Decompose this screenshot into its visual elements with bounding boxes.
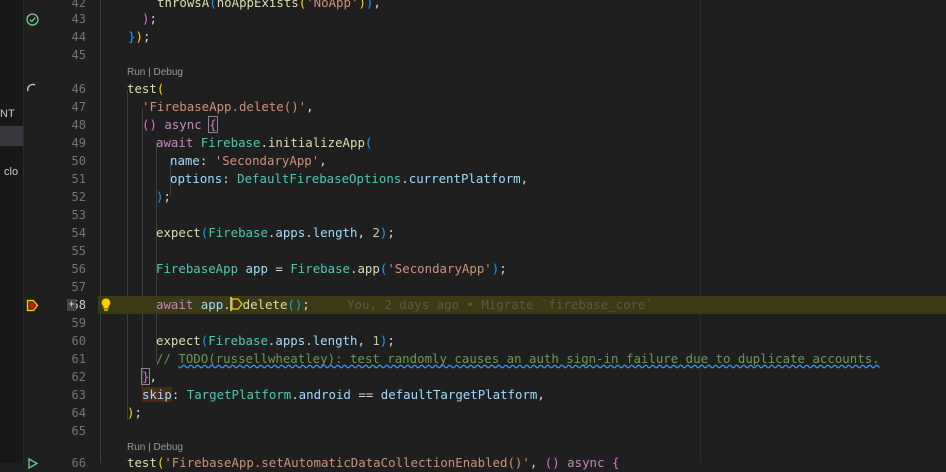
line-number: 66 [71, 456, 86, 470]
code-line-59[interactable]: 59 [24, 314, 946, 332]
code-line-46[interactable]: 46 test( [24, 80, 946, 98]
line-number: 60 [71, 334, 86, 348]
line-number: 53 [71, 208, 86, 222]
code-line-48[interactable]: 48 () async { [24, 116, 946, 134]
code-text: options: DefaultFirebaseOptions.currentP… [170, 171, 529, 186]
code-text: expect(Firebase.apps.length, 1); [156, 333, 395, 348]
code-text: test('FirebaseApp.setAutomaticDataCollec… [127, 455, 620, 470]
lightbulb-icon[interactable] [100, 297, 112, 313]
line-number: 56 [71, 262, 86, 276]
line-number: 46 [71, 82, 86, 96]
code-line-54[interactable]: 54 expect(Firebase.apps.length, 2); [24, 224, 946, 242]
line-number: 43 [71, 12, 86, 26]
code-line-61[interactable]: 61 // TODO(russellwheatley): test random… [24, 350, 946, 368]
codelens-run-debug[interactable]: Run | Debug [127, 440, 183, 455]
code-line-66[interactable]: 66 test('FirebaseApp.setAutomaticDataCol… [24, 454, 946, 472]
line-number: 64 [71, 406, 86, 420]
line-number: 63 [71, 388, 86, 402]
sidebar-fragment-item[interactable]: clo [4, 166, 18, 178]
code-text: skip: TargetPlatform.android == defaultT… [142, 387, 545, 402]
code-line-49[interactable]: 49 await Firebase.initializeApp( [24, 134, 946, 152]
line-number: 45 [71, 48, 86, 62]
code-line-65[interactable]: 65 [24, 422, 946, 440]
code-text: expect(Firebase.apps.length, 2); [156, 225, 395, 240]
line-number: 55 [71, 244, 86, 258]
line-number: 52 [71, 190, 86, 204]
code-text: await app. delete(); You, 2 days ago • Mi… [156, 297, 653, 312]
code-line-53[interactable]: 53 [24, 206, 946, 224]
code-text: // TODO(russellwheatley): test randomly … [156, 351, 880, 366]
code-text: await Firebase.initializeApp( [156, 135, 373, 150]
code-text: FirebaseApp app = Firebase.app('Secondar… [156, 261, 507, 276]
line-number: 50 [71, 154, 86, 168]
code-line-44[interactable]: 44 }); [24, 28, 946, 46]
code-line-57[interactable]: 57 [24, 278, 946, 296]
code-line-47[interactable]: 47 'FirebaseApp.delete()', [24, 98, 946, 116]
line-number: 62 [71, 370, 86, 384]
code-line-51[interactable]: 51 options: DefaultFirebaseOptions.curre… [24, 170, 946, 188]
code-line-60[interactable]: 60 expect(Firebase.apps.length, 1); [24, 332, 946, 350]
codelens-run-debug[interactable]: Run | Debug [127, 65, 183, 80]
code-line-56[interactable]: 56 FirebaseApp app = Firebase.app('Secon… [24, 260, 946, 278]
code-line-43[interactable]: 43 ); [24, 10, 946, 28]
line-number: 44 [71, 30, 86, 44]
line-number: 65 [71, 424, 86, 438]
code-text: test( [127, 81, 165, 96]
code-text: ); [127, 405, 142, 420]
line-number: 58 [71, 298, 86, 312]
code-line-50[interactable]: 50 name: 'SecondaryApp', [24, 152, 946, 170]
line-number: 48 [71, 118, 86, 132]
sidebar-selected-row[interactable] [0, 126, 23, 146]
line-number: 59 [71, 316, 86, 330]
git-blame-annotation: You, 2 days ago • Migrate `firebase_core… [347, 297, 653, 312]
code-editor[interactable]: 42 throwsA(noAppExists('NoApp')), 43 ); … [24, 0, 946, 470]
line-number: 47 [71, 100, 86, 114]
code-line-62[interactable]: 62 }, [24, 368, 946, 386]
code-line-52[interactable]: 52 ); [24, 188, 946, 206]
code-text: }); [128, 29, 151, 44]
code-line-64[interactable]: 64 ); [24, 404, 946, 422]
line-number: 51 [71, 172, 86, 186]
code-text: }, [140, 368, 157, 385]
code-line-58[interactable]: 58 + await app. delete(); You, 2 days ago… [24, 296, 946, 314]
code-text: () async { [142, 116, 218, 133]
inline-breakpoint-icon[interactable] [231, 297, 243, 312]
line-number: 61 [71, 352, 86, 366]
code-text: name: 'SecondaryApp', [170, 153, 327, 168]
line-number: 49 [71, 136, 86, 150]
code-text: ); [142, 11, 157, 26]
sidebar-fragment-header: NT [0, 108, 15, 120]
code-text: 'FirebaseApp.delete()', [142, 99, 314, 114]
line-number: 57 [71, 280, 86, 294]
sidebar-panel: NT clo [0, 0, 24, 463]
code-line-63[interactable]: 63 skip: TargetPlatform.android == defau… [24, 386, 946, 404]
add-comment-icon[interactable]: + [67, 299, 76, 311]
code-text: ); [156, 189, 171, 204]
code-line-55[interactable]: 55 [24, 242, 946, 260]
line-number: 54 [71, 226, 86, 240]
code-line-45[interactable]: 45 [24, 46, 946, 64]
